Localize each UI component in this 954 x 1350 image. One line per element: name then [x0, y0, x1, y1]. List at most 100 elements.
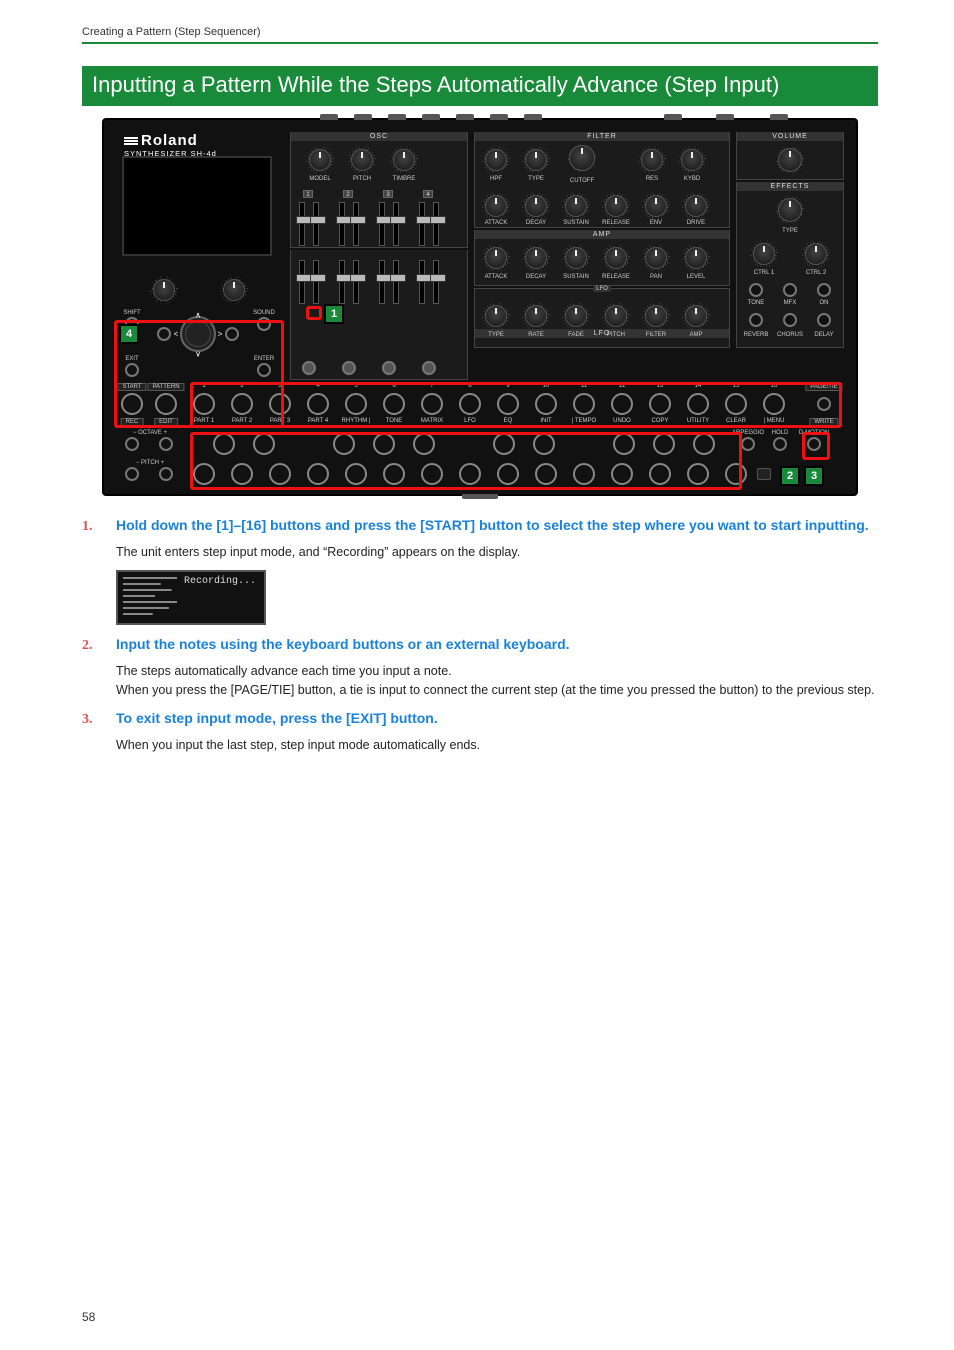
filter-type-knob[interactable]	[525, 149, 547, 171]
osc-slider-2b[interactable]	[353, 202, 359, 246]
fx-ctrl1-knob[interactable]	[753, 243, 775, 265]
volume-knob[interactable]	[778, 148, 802, 172]
octave-plus-button[interactable]	[159, 437, 173, 451]
amp-level-knob[interactable]	[685, 247, 707, 269]
recording-text: Recording...	[184, 576, 256, 587]
left-knob-b[interactable]	[223, 279, 245, 301]
osc-timbre-knob[interactable]	[393, 149, 415, 171]
osc-slider-2a[interactable]	[339, 202, 345, 246]
amp-sustain-knob[interactable]	[565, 247, 587, 269]
osc-slider-b2a[interactable]	[339, 260, 345, 304]
octave-minus-button[interactable]	[125, 437, 139, 451]
osc-tab-3[interactable]: 3	[383, 190, 393, 198]
amp-attack-knob[interactable]	[485, 247, 507, 269]
osc-model-knob[interactable]	[309, 149, 331, 171]
step-1-body: The unit enters step input mode, and “Re…	[116, 543, 878, 562]
fx-lbl-tone: TONE	[748, 300, 765, 306]
osc-slider-3b[interactable]	[393, 202, 399, 246]
amp-decay-knob[interactable]	[525, 247, 547, 269]
callout-box-3	[802, 432, 830, 460]
fenv-lbl-dr: DRIVE	[687, 220, 705, 226]
amp-pan-knob[interactable]	[645, 247, 667, 269]
osc-slider-4a[interactable]	[419, 202, 425, 246]
lfo-rate-knob[interactable]	[525, 305, 547, 327]
amp-release-knob[interactable]	[605, 247, 627, 269]
osc-slider-b4b[interactable]	[433, 260, 439, 304]
fx-lbl-delay: DELAY	[814, 332, 833, 338]
lfo-fade-knob[interactable]	[565, 305, 587, 327]
lfo-lbl-p: PITCH	[607, 332, 625, 338]
fx-rev-btn[interactable]	[749, 313, 763, 327]
badge-1: 1	[326, 306, 342, 322]
osc-lbl-pitch: PITCH	[353, 176, 371, 182]
callout-box-1	[306, 306, 322, 320]
amp-lbl-a: ATTACK	[485, 274, 508, 280]
step-2-title: Input the notes using the keyboard butto…	[116, 635, 878, 654]
breadcrumb: Creating a Pattern (Step Sequencer)	[82, 26, 878, 38]
lfo-filter-knob[interactable]	[645, 305, 667, 327]
fenv-attack-knob[interactable]	[485, 195, 507, 217]
lfo-lbl-r: RATE	[528, 332, 544, 338]
filter-kybd-knob[interactable]	[681, 149, 703, 171]
lfo-title2: LFO	[593, 286, 611, 292]
osc-led-4[interactable]	[422, 361, 436, 375]
pitch-minus-button[interactable]	[125, 467, 139, 481]
amp-lbl-p: PAN	[650, 274, 662, 280]
step-1-num: 1.	[82, 519, 116, 535]
amp-lbl-s: SUSTAIN	[563, 274, 589, 280]
callout-box-2	[190, 432, 742, 490]
filter-hpf-knob[interactable]	[485, 149, 507, 171]
fenv-sustain-knob[interactable]	[565, 195, 587, 217]
fenv-drive-knob[interactable]	[685, 195, 707, 217]
osc-led-3[interactable]	[382, 361, 396, 375]
osc-slider-b2b[interactable]	[353, 260, 359, 304]
arp-button[interactable]	[741, 437, 755, 451]
osc-slider-b4a[interactable]	[419, 260, 425, 304]
filter-cutoff-knob[interactable]	[569, 145, 595, 171]
step-2-num: 2.	[82, 638, 116, 654]
fx-lbl-rev: REVERB	[744, 332, 769, 338]
synth-panel-figure: Roland SYNTHESIZER SH-4d SHIFT SOUND ∧ ∨…	[102, 118, 858, 496]
filter-res-knob[interactable]	[641, 149, 663, 171]
filter-lbl-cutoff: CUTOFF	[570, 178, 594, 184]
step-3-title: To exit step input mode, press the [EXIT…	[116, 709, 878, 728]
osc-slider-b1b[interactable]	[313, 260, 319, 304]
fx-lbl-on: ON	[820, 300, 829, 306]
lfo-amp-knob[interactable]	[685, 305, 707, 327]
fenv-decay-knob[interactable]	[525, 195, 547, 217]
hold-button[interactable]	[773, 437, 787, 451]
fx-type-knob[interactable]	[778, 198, 802, 222]
key-sq	[757, 468, 771, 480]
osc-slider-1b[interactable]	[313, 202, 319, 246]
badge-3: 3	[806, 468, 822, 484]
osc-slider-4b[interactable]	[433, 202, 439, 246]
step-2: 2. Input the notes using the keyboard bu…	[82, 635, 878, 654]
fenv-env-knob[interactable]	[645, 195, 667, 217]
lfo-lbl-t: TYPE	[488, 332, 504, 338]
pitch-plus-button[interactable]	[159, 467, 173, 481]
filter-lbl-res: RES	[646, 176, 658, 182]
fx-chorus-btn[interactable]	[783, 313, 797, 327]
osc-slider-1a[interactable]	[299, 202, 305, 246]
osc-slider-b3a[interactable]	[379, 260, 385, 304]
osc-slider-3a[interactable]	[379, 202, 385, 246]
fx-on-btn[interactable]	[817, 283, 831, 297]
osc-pitch-knob[interactable]	[351, 149, 373, 171]
left-knob-a[interactable]	[153, 279, 175, 301]
fenv-lbl-e: ENV	[650, 220, 662, 226]
fenv-release-knob[interactable]	[605, 195, 627, 217]
fx-tone-btn[interactable]	[749, 283, 763, 297]
lfo-pitch-knob[interactable]	[605, 305, 627, 327]
osc-tab-2[interactable]: 2	[343, 190, 353, 198]
osc-tab-1[interactable]: 1	[303, 190, 313, 198]
lfo-type-knob[interactable]	[485, 305, 507, 327]
osc-slider-b1a[interactable]	[299, 260, 305, 304]
filter-lbl-type: TYPE	[528, 176, 544, 182]
fx-ctrl2-knob[interactable]	[805, 243, 827, 265]
fx-mfx-btn[interactable]	[783, 283, 797, 297]
osc-slider-b3b[interactable]	[393, 260, 399, 304]
osc-tab-4[interactable]: 4	[423, 190, 433, 198]
osc-led-1[interactable]	[302, 361, 316, 375]
osc-led-2[interactable]	[342, 361, 356, 375]
fx-delay-btn[interactable]	[817, 313, 831, 327]
